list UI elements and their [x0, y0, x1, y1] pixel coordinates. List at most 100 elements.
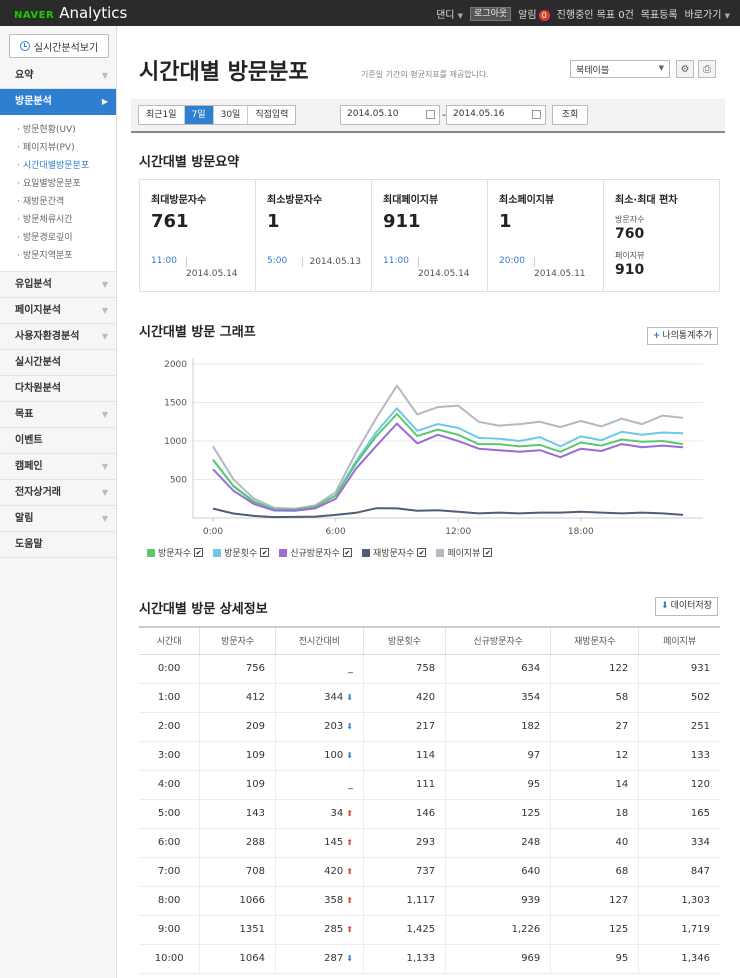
y-tick-label: 1000	[164, 437, 187, 447]
column-header[interactable]: 페이지뷰	[638, 626, 720, 655]
table-cell-new: 640	[445, 857, 551, 887]
legend-item-pageviews[interactable]: 페이지뷰 ✔	[436, 546, 493, 559]
column-header[interactable]: 시간대	[139, 626, 200, 655]
deviation-visitors-label: 방문자수	[615, 215, 645, 224]
table-cell-diff: 344 ⬇	[274, 683, 364, 713]
download-icon: ⬇	[661, 601, 669, 611]
calendar-icon[interactable]	[426, 110, 435, 119]
column-header[interactable]: 신규방문자수	[445, 626, 551, 655]
legend-swatch	[279, 548, 288, 557]
sidebar-item-help[interactable]: 도움말	[0, 532, 116, 558]
checkbox-icon[interactable]: ✔	[194, 548, 204, 557]
table-cell-visits: 1,425	[362, 915, 446, 945]
checkbox-icon[interactable]: ✔	[483, 548, 493, 557]
arrow-up-icon: ⬆	[346, 925, 353, 934]
table-cell-visitors: 109	[199, 770, 276, 800]
save-button-label: 데이터저장	[670, 601, 712, 611]
user-menu[interactable]: 댄디 ▼	[436, 6, 463, 21]
checkbox-icon[interactable]: ✔	[417, 548, 427, 557]
shortcut-menu[interactable]: 바로가기 ▼	[685, 6, 730, 21]
cell-value: 634	[521, 663, 541, 674]
legend-item-visits[interactable]: 방문횟수 ✔	[213, 546, 270, 559]
sidebar-item-summary[interactable]: 요약 ▼	[0, 63, 116, 89]
sidebar-item-goal[interactable]: 목표 ▼	[0, 402, 116, 428]
cell-value: 1,719	[681, 924, 710, 935]
legend-item-new-visitors[interactable]: 신규방문자수 ✔	[279, 546, 352, 559]
goal-register-link[interactable]: 목표등록	[641, 6, 678, 21]
cell-value: 1,117	[406, 895, 436, 906]
table-cell-pv: 334	[638, 828, 720, 858]
column-header[interactable]: 재방문자수	[550, 626, 639, 655]
cell-value: 68	[615, 866, 629, 877]
calendar-icon[interactable]	[532, 110, 541, 119]
sidebar-subitem-weekday[interactable]: 요일별방문분포	[0, 175, 116, 193]
table-cell-visits: 1,133	[362, 944, 446, 974]
table-cell-diff: 358 ⬆	[274, 886, 364, 916]
max-pageviews-card: 최대페이지뷰 911 11:00 2014.05.14	[372, 180, 488, 291]
legend-item-visitors[interactable]: 방문자수 ✔	[147, 546, 204, 559]
sidebar-item-event[interactable]: 이벤트	[0, 428, 116, 454]
table-cell-new: 634	[445, 654, 551, 684]
sidebar-item-visit-analysis[interactable]: 방문분석 ▶	[0, 89, 116, 115]
brand-logo[interactable]: NAVER Analytics	[14, 4, 127, 22]
y-tick-label: 1500	[164, 399, 187, 409]
sidebar-subitem-duration[interactable]: 방문체류시간	[0, 211, 116, 229]
card-time: 11:00	[151, 256, 177, 266]
sidebar-item-ecommerce[interactable]: 전자상거래 ▼	[0, 480, 116, 506]
table-cell-returning: 27	[550, 712, 639, 742]
logout-button[interactable]: 로그아웃	[470, 6, 512, 21]
sidebar-subitem-hourly[interactable]: 시간대별방문분포	[0, 157, 116, 175]
site-select[interactable]: 북테이블 ▼	[570, 60, 670, 78]
realtime-analysis-button[interactable]: 실시간분석보기	[9, 34, 109, 58]
chevron-down-icon: ▼	[101, 280, 108, 289]
start-date-field[interactable]: 2014.05.10	[340, 105, 440, 125]
column-header[interactable]: 전시간대비	[274, 626, 364, 655]
sidebar-subitem-path-depth[interactable]: 방문경로깊이	[0, 229, 116, 247]
cell-value: 109	[245, 750, 265, 761]
add-my-stats-button[interactable]: + 나의통계추가	[646, 327, 718, 345]
cell-value: 288	[245, 837, 265, 848]
goal-status-link[interactable]: 진행중인 목표 0건	[557, 6, 634, 21]
column-header[interactable]: 방문자수	[199, 626, 276, 655]
end-date-field[interactable]: 2014.05.16	[446, 105, 546, 125]
checkbox-icon[interactable]: ✔	[342, 548, 352, 557]
sidebar-item-alarm[interactable]: 알림 ▼	[0, 506, 116, 532]
table-cell-visitors: 1066	[199, 886, 276, 916]
card-label: 최대페이지뷰	[383, 195, 439, 206]
print-button[interactable]: ⎙	[698, 60, 716, 78]
sidebar-item-label: 캠페인	[15, 461, 43, 472]
card-value: 1	[267, 211, 280, 232]
checkbox-icon[interactable]: ✔	[260, 548, 270, 557]
sidebar-subitem-region[interactable]: 방문지역분포	[0, 247, 116, 265]
sidebar-item-inflow[interactable]: 유입분석 ▼	[0, 272, 116, 298]
cell-value: 847	[690, 866, 710, 877]
table-cell-returning: 12	[550, 741, 639, 771]
tab-30-days[interactable]: 30일	[214, 106, 249, 124]
sidebar-subitem-revisit-interval[interactable]: 재방문간격	[0, 193, 116, 211]
sidebar-subitem-uv[interactable]: 방문현황(UV)	[0, 121, 116, 139]
chevron-down-icon: ▼	[101, 306, 108, 315]
alarm-link[interactable]: 알림 0	[518, 6, 550, 21]
sidebar-item-campaign[interactable]: 캠페인 ▼	[0, 454, 116, 480]
tab-last-1-day[interactable]: 최근1일	[139, 106, 185, 124]
search-button[interactable]: 조회	[552, 105, 588, 125]
legend-label: 방문횟수	[224, 549, 258, 559]
sidebar-item-multidimensional[interactable]: 다차원분석	[0, 376, 116, 402]
settings-button[interactable]: ⚙	[676, 60, 694, 78]
data-save-button[interactable]: ⬇ 데이터저장	[655, 597, 718, 616]
legend-item-returning[interactable]: 재방문자수 ✔	[361, 546, 427, 559]
sidebar-item-environment[interactable]: 사용자환경분석 ▼	[0, 324, 116, 350]
sidebar-item-realtime[interactable]: 실시간분석	[0, 350, 116, 376]
legend-label: 재방문자수	[372, 549, 415, 559]
y-tick-label: 500	[170, 476, 187, 486]
tab-7-days[interactable]: 7일	[184, 106, 214, 124]
sidebar-item-page[interactable]: 페이지분석 ▼	[0, 298, 116, 324]
cell-value: 251	[690, 721, 710, 732]
column-header[interactable]: 방문횟수	[362, 626, 446, 655]
tab-custom-input[interactable]: 직접입력	[248, 106, 295, 124]
cell-value: 97	[527, 750, 541, 761]
sidebar-subitem-pv[interactable]: 페이지뷰(PV)	[0, 139, 116, 157]
table-cell-new: 248	[445, 828, 551, 858]
cell-value: 640	[521, 866, 541, 877]
table-row: 3:00 109 100 ⬇ 114 97 12 133	[139, 741, 720, 771]
